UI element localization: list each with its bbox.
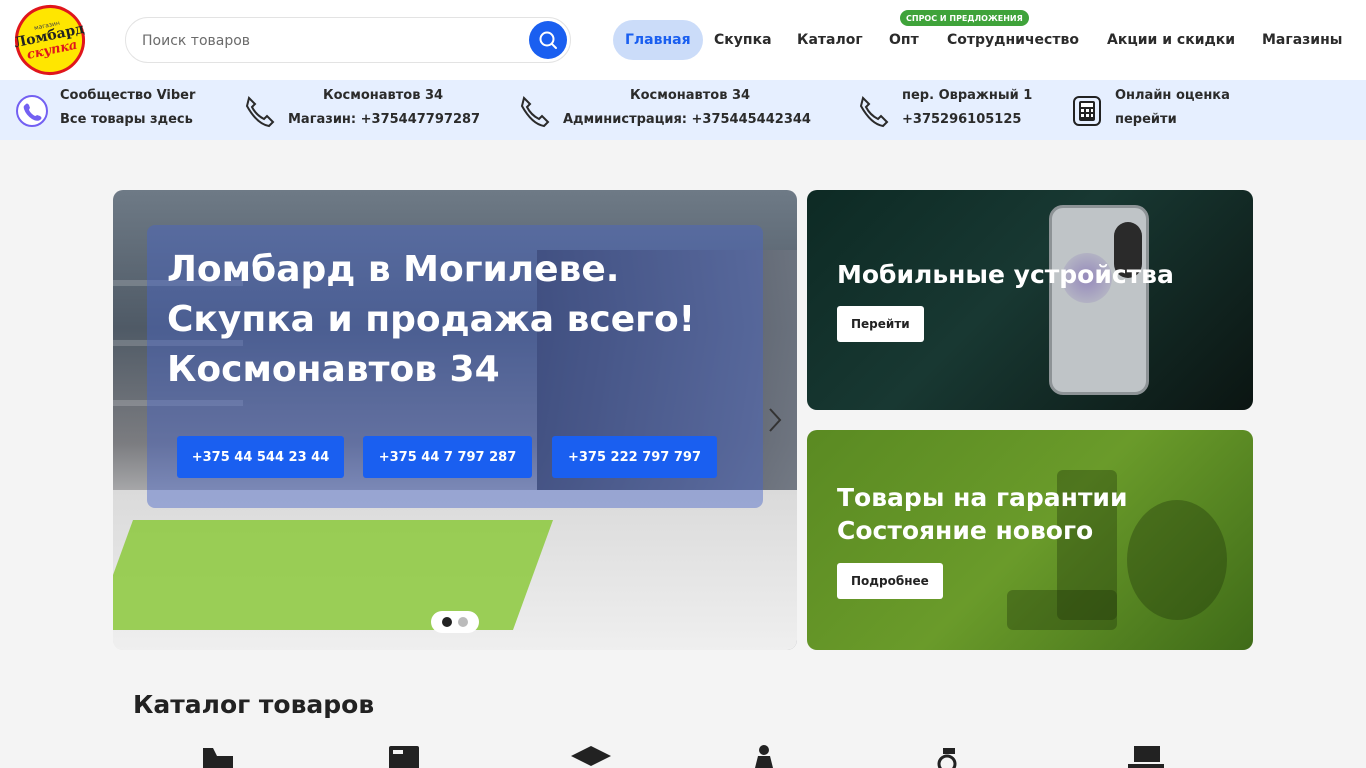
nav-item-cooperation[interactable]: Сотрудничество	[947, 20, 1079, 60]
shop1-address: Космонавтов 34	[322, 88, 444, 103]
nav-item-buyout[interactable]: Скупка	[714, 20, 772, 60]
nav-item-home[interactable]: Главная	[613, 20, 703, 60]
slider-dots	[431, 611, 479, 633]
shop3-phone[interactable]: +375296105125	[902, 108, 1021, 132]
hero-title: Ломбард в Могилеве. Скупка и продажа все…	[167, 245, 767, 395]
calculator-icon	[1070, 94, 1104, 128]
hero-title-line: Космонавтов 34	[167, 349, 500, 390]
catalog-title: Каталог товаров	[133, 690, 375, 719]
details-button[interactable]: Подробнее	[837, 563, 943, 599]
header: магазин Ломбард скупка Главная Скупка Ка…	[0, 0, 1366, 82]
slider-dot-1[interactable]	[442, 617, 452, 627]
gadget-shape	[1007, 590, 1117, 630]
clothing-icon[interactable]	[748, 744, 792, 768]
promo-card-title-line: Состояние нового	[837, 516, 1094, 545]
promo-card-title: Товары на гарантии Состояние нового	[837, 481, 1127, 547]
phone-icon	[243, 94, 277, 128]
nav-item-wholesale[interactable]: Опт	[889, 20, 919, 60]
box-icon[interactable]	[569, 744, 613, 768]
nav-item-catalog[interactable]: Каталог	[797, 20, 863, 60]
slider-dot-2[interactable]	[458, 617, 468, 627]
nav-item-stores[interactable]: Магазины	[1262, 20, 1342, 60]
hero-slider: Ломбард в Могилеве. Скупка и продажа все…	[113, 190, 797, 650]
search-bar	[125, 17, 571, 63]
hero-phone-button-3[interactable]: +375 222 797 797	[552, 436, 717, 478]
shop2-address: Космонавтов 34	[629, 88, 751, 103]
phone-image	[1049, 205, 1149, 395]
promo-card-mobile[interactable]: Мобильные устройства Перейти	[807, 190, 1253, 410]
chevron-right-icon	[769, 408, 782, 432]
viber-icon[interactable]	[15, 94, 49, 128]
promo-card-title-line: Товары на гарантии	[837, 483, 1128, 512]
slider-next-button[interactable]	[765, 405, 785, 435]
info-bar: Сообщество Viber Все товары здесь Космон…	[0, 80, 1366, 140]
viber-all-goods-label[interactable]: Все товары здесь	[60, 108, 193, 132]
viber-community-label[interactable]: Сообщество Viber	[60, 84, 195, 108]
search-button[interactable]	[529, 21, 567, 59]
shop3-address: пер. Овражный 1	[902, 88, 1033, 103]
search-icon	[539, 31, 557, 49]
hero-title-line: Скупка и продажа всего!	[167, 299, 696, 340]
tools-icon[interactable]	[199, 744, 243, 768]
phone-icon	[518, 94, 552, 128]
store-counter	[113, 520, 554, 630]
site-logo[interactable]: магазин Ломбард скупка	[8, 0, 92, 82]
hero-phone-button-1[interactable]: +375 44 544 23 44	[177, 436, 344, 478]
appliance-icon[interactable]	[383, 744, 427, 768]
go-button[interactable]: Перейти	[837, 306, 924, 342]
online-estimate-label[interactable]: Онлайн оценка	[1115, 84, 1230, 108]
shop2-phone[interactable]: Администрация: +375445442344	[563, 108, 811, 132]
promo-card-title: Мобильные устройства	[837, 258, 1174, 291]
gadget-shape	[1127, 500, 1227, 620]
hero-phone-button-2[interactable]: +375 44 7 797 287	[363, 436, 532, 478]
phone-icon	[857, 94, 891, 128]
nav-item-promotions[interactable]: Акции и скидки	[1107, 20, 1235, 60]
online-estimate-link[interactable]: перейти	[1115, 108, 1177, 132]
promo-card-warranty[interactable]: Товары на гарантии Состояние нового Подр…	[807, 430, 1253, 650]
promo-card-title-line: Мобильные устройства	[837, 260, 1174, 289]
computer-icon[interactable]	[1124, 744, 1168, 768]
bicycle-icon[interactable]	[935, 744, 979, 768]
hero-title-line: Ломбард в Могилеве.	[167, 249, 620, 290]
shop1-phone[interactable]: Магазин: +375447797287	[288, 108, 480, 132]
search-input[interactable]	[142, 30, 522, 52]
